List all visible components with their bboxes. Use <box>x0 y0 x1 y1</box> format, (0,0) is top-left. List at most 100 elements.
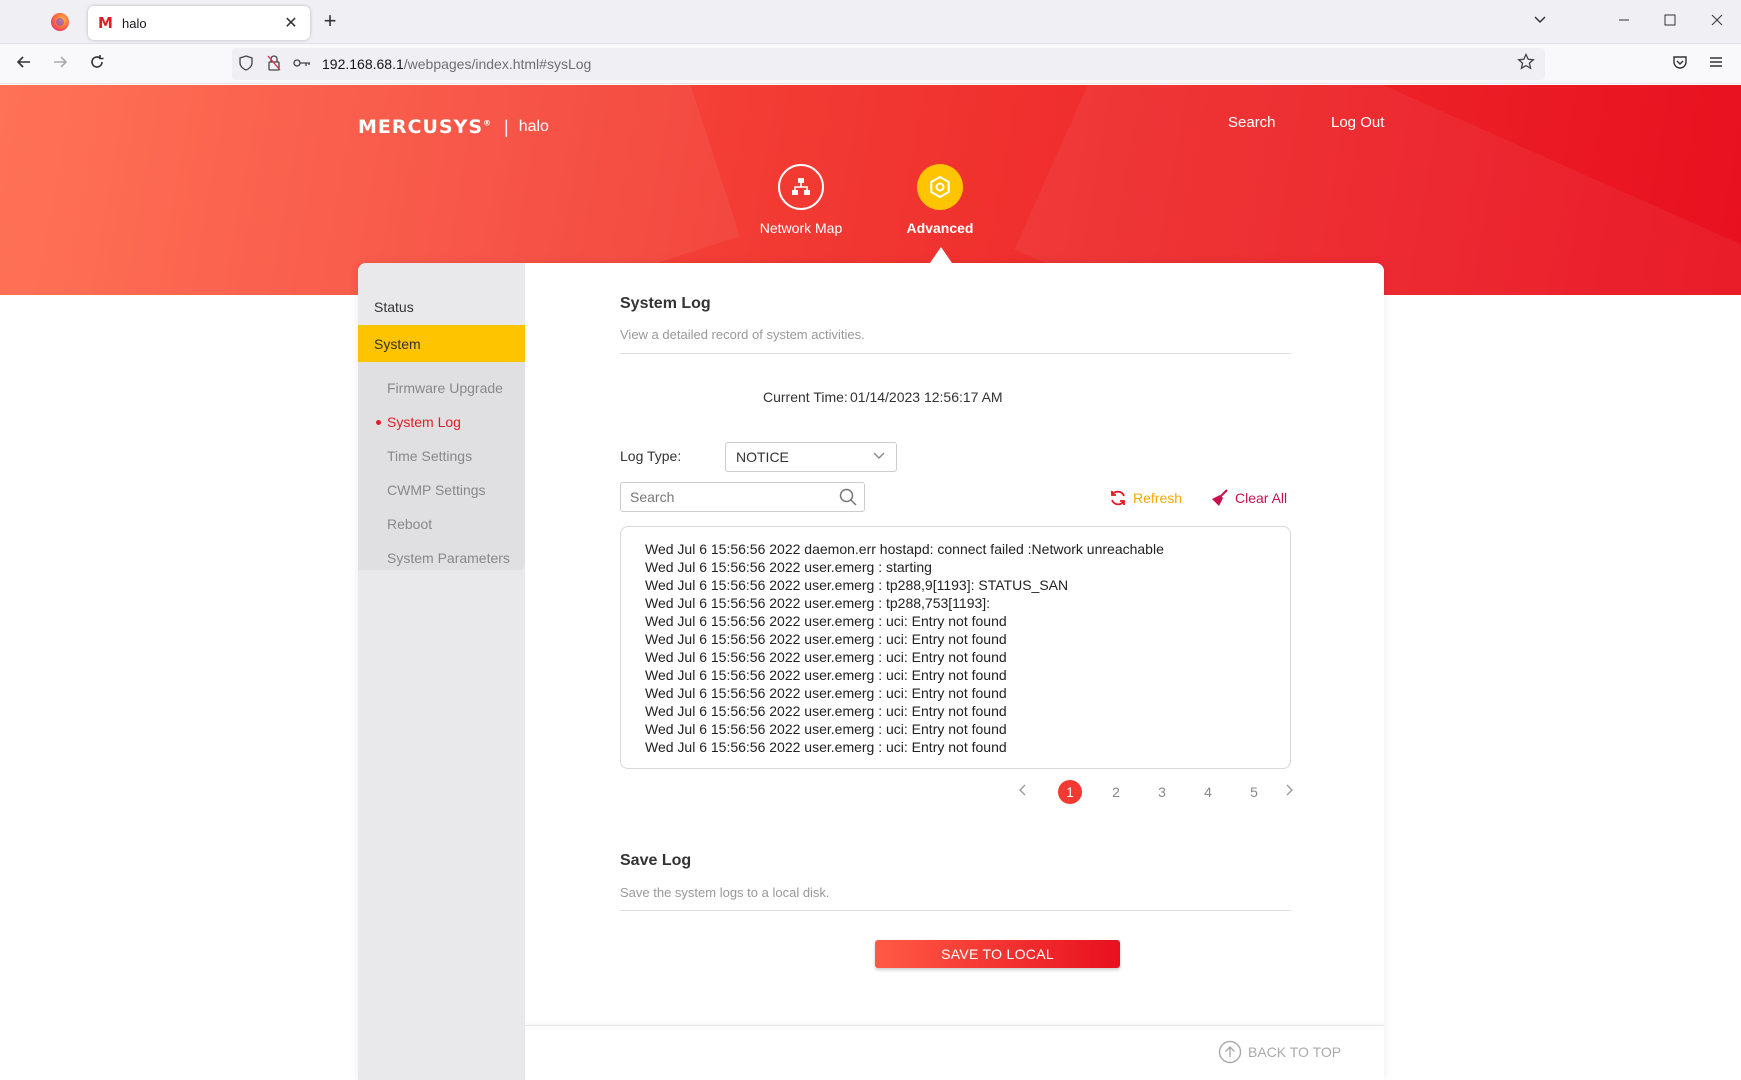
sidebar-item-time-settings[interactable]: Time Settings <box>387 448 472 464</box>
section-divider <box>620 353 1291 354</box>
footer: BACK TO TOP <box>525 1025 1384 1080</box>
refresh-icon <box>1111 490 1125 506</box>
forward-arrow-icon[interactable] <box>48 52 72 76</box>
log-entry: Wed Jul 6 15:56:56 2022 user.emerg : tp2… <box>645 595 991 611</box>
sidebar: Status System Firmware Upgrade System Lo… <box>358 263 525 1080</box>
nav-network-map-label: Network Map <box>759 220 843 236</box>
save-log-title: Save Log <box>620 852 692 869</box>
log-entry: Wed Jul 6 15:56:56 2022 user.emerg : uci… <box>645 685 1007 701</box>
log-entry: Wed Jul 6 15:56:56 2022 user.emerg : uci… <box>645 667 1007 683</box>
browser-tab-active[interactable]: M halo ✕ <box>88 6 310 40</box>
url-host: 192.168.68.1 <box>322 56 404 72</box>
url-text[interactable]: 192.168.68.1/webpages/index.html#sysLog <box>322 56 591 72</box>
main-content: System Log View a detailed record of sys… <box>525 263 1384 1080</box>
page-button-1[interactable]: 1 <box>1058 780 1082 804</box>
sidebar-item-system[interactable]: System <box>358 325 525 362</box>
log-entry: Wed Jul 6 15:56:56 2022 user.emerg : sta… <box>645 559 932 575</box>
mercusys-favicon-icon: M <box>98 14 113 32</box>
next-page-icon[interactable] <box>1277 780 1301 804</box>
save-log-description: Save the system logs to a local disk. <box>620 885 830 900</box>
log-entry: Wed Jul 6 15:56:56 2022 user.emerg : uci… <box>645 739 1007 755</box>
maximize-icon[interactable] <box>1658 10 1682 34</box>
search-link[interactable]: Search <box>1228 114 1276 131</box>
network-map-icon <box>778 164 824 210</box>
prev-page-icon[interactable] <box>1011 780 1035 804</box>
insecure-lock-icon[interactable] <box>260 54 288 74</box>
save-to-local-button[interactable]: SAVE TO LOCAL <box>875 940 1120 968</box>
system-log-description: View a detailed record of system activit… <box>620 327 865 342</box>
current-time-label: Current Time: <box>763 389 848 405</box>
list-all-tabs-icon[interactable] <box>1528 10 1552 34</box>
back-to-top-button[interactable]: BACK TO TOP <box>1218 1040 1341 1064</box>
log-entry: Wed Jul 6 15:56:56 2022 user.emerg : uci… <box>645 631 1007 647</box>
firefox-icon <box>51 13 69 31</box>
broom-icon <box>1212 489 1228 506</box>
log-list[interactable]: Wed Jul 6 15:56:56 2022 daemon.err hosta… <box>620 526 1291 769</box>
nav-network-map[interactable]: Network Map <box>741 164 861 236</box>
advanced-gear-icon <box>917 164 963 210</box>
sidebar-item-firmware-upgrade[interactable]: Firmware Upgrade <box>387 380 503 396</box>
firefox-view-button[interactable] <box>40 8 80 36</box>
sidebar-submenu: Firmware Upgrade System Log Time Setting… <box>358 362 525 570</box>
log-type-value: NOTICE <box>736 449 789 465</box>
address-bar[interactable]: 192.168.68.1/webpages/index.html#sysLog <box>232 48 1545 80</box>
nav-advanced-label: Advanced <box>906 220 974 236</box>
active-nav-caret <box>930 247 952 263</box>
log-type-select[interactable]: NOTICE <box>725 442 897 472</box>
url-path: /webpages/index.html#sysLog <box>403 56 592 72</box>
sidebar-item-status[interactable]: Status <box>374 299 414 315</box>
browser-nav-bar: 192.168.68.1/webpages/index.html#sysLog <box>0 44 1741 84</box>
page-button-2[interactable]: 2 <box>1104 780 1128 804</box>
window-close-icon[interactable] <box>1705 10 1729 34</box>
mercusys-logo: MERCUSYS® <box>358 116 492 138</box>
brand: MERCUSYS® | halo <box>358 116 549 138</box>
search-icon[interactable] <box>838 487 858 512</box>
key-icon[interactable] <box>288 56 316 72</box>
logout-link[interactable]: Log Out <box>1331 114 1384 131</box>
sidebar-item-cwmp-settings[interactable]: CWMP Settings <box>387 482 486 498</box>
log-entry: Wed Jul 6 15:56:56 2022 user.emerg : tp2… <box>645 577 1069 593</box>
brand-separator: | <box>504 116 509 137</box>
minimize-icon[interactable] <box>1612 10 1636 34</box>
page-button-5[interactable]: 5 <box>1242 780 1266 804</box>
sidebar-item-system-parameters[interactable]: System Parameters <box>387 550 510 566</box>
bookmark-star-icon[interactable] <box>1517 52 1535 76</box>
back-arrow-icon[interactable] <box>12 52 36 76</box>
model-name: halo <box>518 118 549 135</box>
nav-advanced[interactable]: Advanced <box>880 164 1000 236</box>
browser-tab-bar: M halo ✕ + <box>0 0 1741 44</box>
content-card: Status System Firmware Upgrade System Lo… <box>358 263 1384 1080</box>
reload-icon[interactable] <box>85 52 109 76</box>
log-entry: Wed Jul 6 15:56:56 2022 user.emerg : uci… <box>645 721 1007 737</box>
log-entry: Wed Jul 6 15:56:56 2022 daemon.err hosta… <box>645 541 1164 557</box>
arrow-up-circle-icon <box>1218 1040 1242 1064</box>
brand-name: MERCUSYS <box>358 116 484 138</box>
log-search-input[interactable] <box>621 483 821 511</box>
current-time-value: 01/14/2023 12:56:17 AM <box>850 389 1003 405</box>
active-item-dot <box>376 420 381 425</box>
section-divider <box>620 910 1291 911</box>
brand-trademark: ® <box>483 118 493 128</box>
tab-title: halo <box>122 15 147 31</box>
log-entry: Wed Jul 6 15:56:56 2022 user.emerg : uci… <box>645 649 1007 665</box>
clear-all-label: Clear All <box>1235 490 1288 506</box>
log-entry: Wed Jul 6 15:56:56 2022 user.emerg : uci… <box>645 613 1007 629</box>
app-menu-icon[interactable] <box>1704 52 1728 76</box>
refresh-button[interactable]: Refresh <box>1109 489 1182 507</box>
page-button-3[interactable]: 3 <box>1150 780 1174 804</box>
log-search-box <box>620 482 865 512</box>
back-to-top-label: BACK TO TOP <box>1248 1044 1342 1060</box>
tab-close-icon[interactable]: ✕ <box>282 13 300 33</box>
shield-icon[interactable] <box>232 54 260 74</box>
chevron-down-icon <box>872 448 886 465</box>
pocket-icon[interactable] <box>1668 52 1692 76</box>
system-log-title: System Log <box>620 295 711 312</box>
log-type-label: Log Type: <box>620 448 682 464</box>
clear-all-button[interactable]: Clear All <box>1211 489 1287 507</box>
new-tab-icon[interactable]: + <box>318 10 342 34</box>
sidebar-item-reboot[interactable]: Reboot <box>387 516 432 532</box>
page-button-4[interactable]: 4 <box>1196 780 1220 804</box>
refresh-label: Refresh <box>1133 490 1183 506</box>
log-entry: Wed Jul 6 15:56:56 2022 user.emerg : uci… <box>645 703 1007 719</box>
sidebar-item-system-log[interactable]: System Log <box>387 414 461 430</box>
